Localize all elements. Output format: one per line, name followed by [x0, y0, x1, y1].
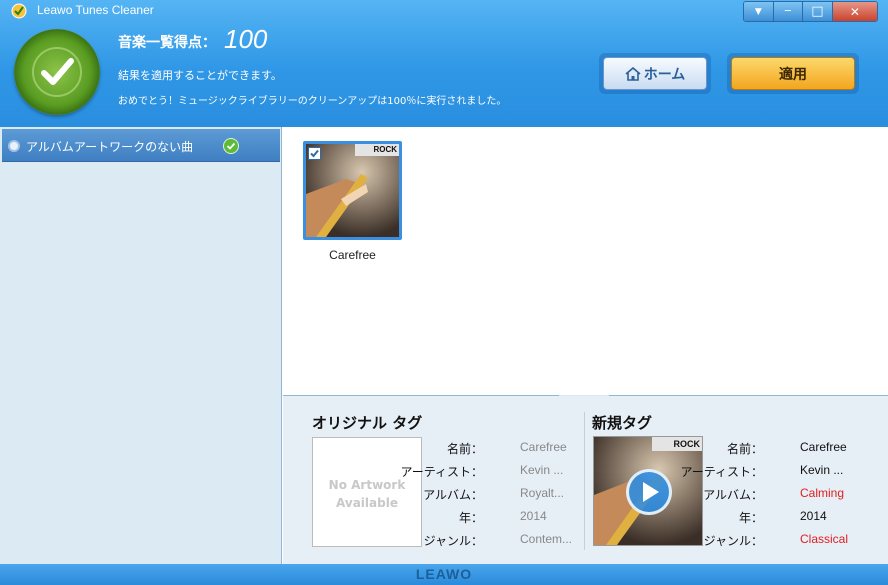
new-year-label: 年：: [738, 511, 763, 525]
success-message: おめでとう！ミュージックライブラリーのクリーンアップは100％に実行されました。: [118, 96, 507, 107]
apply-button[interactable]: 適用: [731, 57, 855, 90]
status-bar: LEAWO: [0, 564, 888, 585]
new-album-label: アルバム：: [703, 488, 763, 502]
home-button[interactable]: ホーム: [603, 57, 707, 90]
new-artist-value: Kevin ...: [800, 463, 844, 477]
home-button-frame: ホーム: [599, 53, 711, 94]
original-year-value: 2014: [520, 509, 547, 523]
new-tags-title: 新規タグ: [592, 414, 653, 432]
new-genre-label: ジャンル：: [703, 534, 763, 548]
check-circle-icon: [223, 138, 239, 154]
tag-section-divider: [584, 412, 585, 550]
apply-button-frame: 適用: [727, 53, 859, 94]
sidebar-item-missing-artwork[interactable]: アルバムアートワークのない曲: [2, 129, 280, 162]
score-label: 音楽一覧得点：: [118, 35, 216, 51]
sidebar-item-label: アルバムアートワークのない曲: [26, 140, 194, 154]
play-icon: [643, 482, 659, 502]
original-album-label: アルバム：: [423, 488, 483, 502]
original-artist-value: Kevin ...: [520, 463, 564, 477]
sidebar: アルバムアートワークのない曲: [0, 127, 282, 564]
original-artist-label: アーティスト：: [400, 465, 483, 479]
maximize-icon: □: [811, 4, 824, 19]
close-button[interactable]: ✕: [832, 2, 877, 21]
close-icon: ✕: [849, 4, 860, 19]
genre-badge: ROCK: [355, 144, 399, 156]
home-icon: [625, 66, 641, 81]
minimize-button[interactable]: ─: [773, 2, 804, 21]
bullet-icon: [8, 140, 20, 152]
info-message: 結果を適用することができます。: [118, 69, 282, 82]
track-checkbox[interactable]: [308, 147, 321, 160]
original-tags-title: オリジナル タグ: [312, 414, 423, 432]
original-album-value: Royalt...: [520, 486, 565, 500]
chevron-down-icon: ▼: [754, 6, 762, 17]
window-controls: ▼ ─ □ ✕: [743, 1, 878, 22]
minimize-icon: ─: [784, 6, 791, 17]
score-badge: [14, 29, 100, 115]
track-thumbnail[interactable]: ROCK: [303, 141, 402, 240]
apply-button-label: 適用: [779, 66, 807, 83]
maximize-button[interactable]: □: [803, 2, 833, 21]
new-genre-value: Classical: [800, 532, 849, 546]
header: Leawo Tunes Cleaner ▼ ─ □ ✕ 音楽一覧得点： 100 …: [0, 0, 888, 127]
tag-comparison-panel: オリジナル タグ No Artwork Available 名前： Carefr…: [283, 396, 888, 564]
original-name-label: 名前：: [446, 442, 483, 456]
new-artist-label: アーティスト：: [680, 465, 763, 479]
original-genre-label: ジャンル：: [423, 534, 483, 548]
new-year-value: 2014: [800, 509, 827, 523]
brand-logo: LEAWO: [415, 566, 473, 582]
original-genre-value: Contem...: [520, 532, 573, 546]
track-grid: ROCK Carefree: [283, 127, 888, 395]
app-logo-icon: [11, 3, 27, 19]
play-button[interactable]: [626, 469, 672, 515]
window-title: Leawo Tunes Cleaner: [37, 3, 154, 17]
new-name-value: Carefree: [800, 440, 847, 454]
original-name-value: Carefree: [520, 440, 567, 454]
score-value: 100: [224, 24, 268, 54]
new-album-value: Calming: [800, 486, 845, 500]
track-title: Carefree: [329, 248, 376, 262]
home-button-label: ホーム: [643, 66, 686, 83]
dropdown-button[interactable]: ▼: [744, 2, 774, 21]
new-name-label: 名前：: [726, 442, 763, 456]
original-year-label: 年：: [458, 511, 483, 525]
checkmark-icon: [32, 47, 82, 97]
